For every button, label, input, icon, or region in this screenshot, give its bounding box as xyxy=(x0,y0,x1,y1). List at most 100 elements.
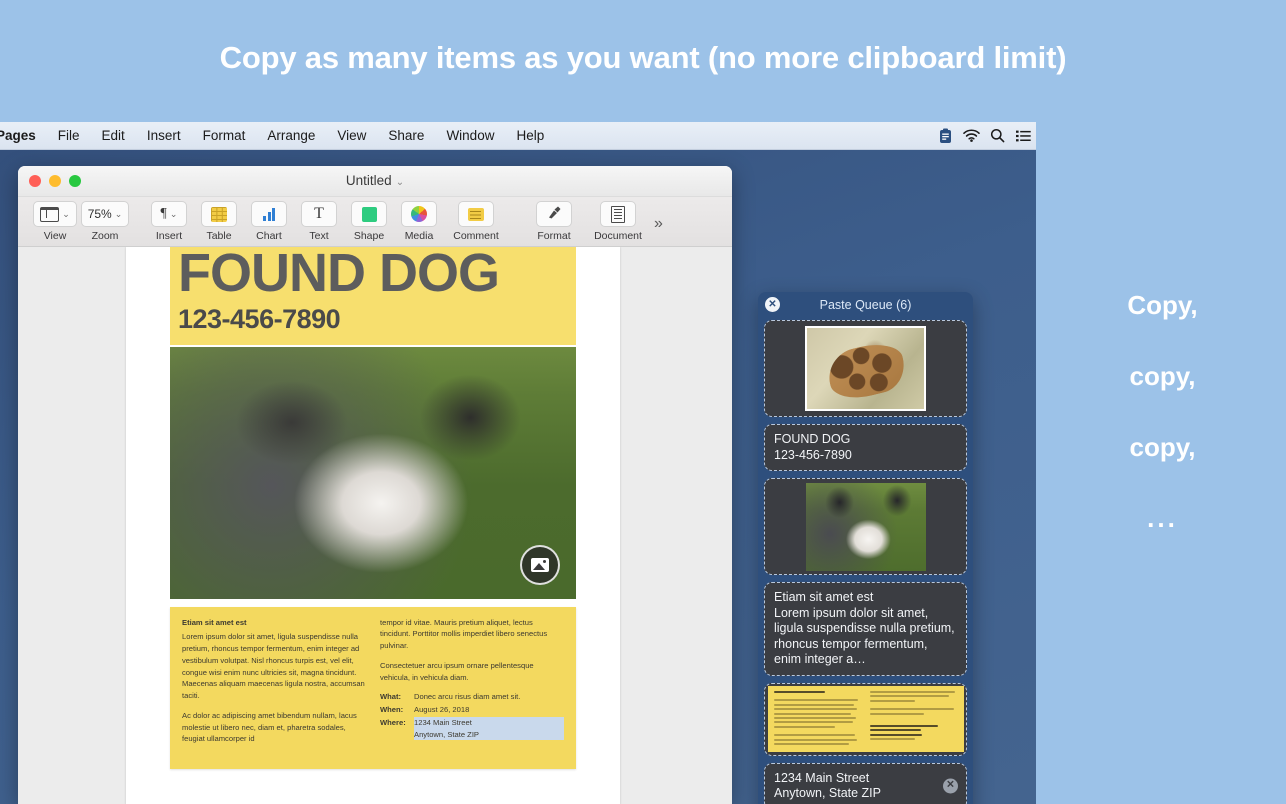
toolbar-chart-label: Chart xyxy=(256,230,282,242)
pages-window: Untitled⌄ ⌄ View 75%⌄ Zoom ¶⌄ Insert xyxy=(18,166,732,804)
mini-right-column xyxy=(870,691,958,747)
document-canvas[interactable]: FOUND DOG 123-456-7890 Etiam sit amet es… xyxy=(18,247,732,804)
side-copy-line-1: Copy, xyxy=(1060,290,1265,321)
image-placeholder-icon[interactable] xyxy=(520,545,560,585)
flyer-left-paragraph-1: Lorem ipsum dolor sit amet, ligula suspe… xyxy=(182,631,366,702)
flyer-banner[interactable]: FOUND DOG 123-456-7890 xyxy=(170,247,576,345)
menu-item-format[interactable]: Format xyxy=(192,122,257,150)
media-icon xyxy=(411,206,427,222)
close-icon[interactable]: ✕ xyxy=(765,297,780,312)
side-copy-line-3: copy, xyxy=(1060,432,1265,463)
search-icon[interactable] xyxy=(984,122,1010,150)
menu-item-insert[interactable]: Insert xyxy=(136,122,192,150)
list-item[interactable] xyxy=(764,478,967,575)
toolbar-text[interactable]: T Text xyxy=(294,201,344,242)
menu-item-share[interactable]: Share xyxy=(377,122,435,150)
toolbar-table[interactable]: Table xyxy=(194,201,244,242)
toolbar-zoom[interactable]: 75%⌄ Zoom xyxy=(80,201,130,242)
comment-icon xyxy=(468,208,484,221)
toolbar-format[interactable]: Format xyxy=(522,201,586,242)
flyer-textbox[interactable]: Etiam sit amet est Lorem ipsum dolor sit… xyxy=(170,607,576,770)
menu-item-file[interactable]: File xyxy=(47,122,91,150)
chart-icon xyxy=(263,207,275,221)
flyer-dog-photo[interactable] xyxy=(170,347,576,599)
toolbar-format-label: Format xyxy=(537,230,570,242)
giraffe-thumbnail xyxy=(805,326,926,411)
format-brush-icon xyxy=(546,204,562,225)
page-title: Copy as many items as you want (no more … xyxy=(0,40,1286,76)
menu-item-help[interactable]: Help xyxy=(505,122,555,150)
flyer-snippet-thumbnail xyxy=(768,686,964,752)
chevron-down-icon: ⌄ xyxy=(170,209,178,220)
flyer-field-what-key: What: xyxy=(380,691,414,703)
flyer-field-where-key: Where: xyxy=(380,717,414,741)
toolbar-document[interactable]: Document xyxy=(586,201,650,242)
list-item[interactable] xyxy=(764,683,967,756)
flyer-left-column: Etiam sit amet est Lorem ipsum dolor sit… xyxy=(182,617,366,754)
toolbar-shape[interactable]: Shape xyxy=(344,201,394,242)
menu-item-arrange[interactable]: Arrange xyxy=(256,122,326,150)
toolbar-view[interactable]: ⌄ View xyxy=(30,201,80,242)
toolbar-insert[interactable]: ¶⌄ Insert xyxy=(144,201,194,242)
wifi-icon[interactable] xyxy=(958,122,984,150)
selected-text-line-1: 1234 Main Street xyxy=(414,717,564,729)
flyer-title: FOUND DOG xyxy=(178,247,568,298)
delete-item-icon[interactable]: ✕ xyxy=(943,779,958,794)
toolbar-view-label: View xyxy=(44,230,67,242)
selected-text-line-2: Anytown, State ZIP xyxy=(414,729,564,741)
toolbar-zoom-label: Zoom xyxy=(92,230,119,242)
paste-queue-panel: ✕ Paste Queue (6) FOUND DOG 123-456-7890… xyxy=(758,292,973,804)
flyer-field-what: What: Donec arcu risus diam amet sit. xyxy=(380,691,564,703)
flyer-right-paragraph-1: tempor id vitae. Mauris pretium aliquet,… xyxy=(380,617,564,652)
toolbar-comment[interactable]: Comment xyxy=(444,201,508,242)
flyer-field-when: When: August 26, 2018 xyxy=(380,704,564,716)
toolbar-overflow-button[interactable]: » xyxy=(654,215,663,233)
clipboard-icon[interactable] xyxy=(932,122,958,150)
chevron-down-icon: ⌄ xyxy=(115,209,123,220)
list-item-text: 1234 Main Street Anytown, State ZIP xyxy=(774,771,881,801)
paste-queue-list[interactable]: FOUND DOG 123-456-7890 Etiam sit amet es… xyxy=(764,320,967,804)
flyer-left-paragraph-2: Ac dolor ac adipiscing amet bibendum nul… xyxy=(182,710,366,745)
list-item[interactable] xyxy=(764,320,967,417)
list-item[interactable]: FOUND DOG 123-456-7890 xyxy=(764,424,967,471)
window-title: Untitled ⌄ xyxy=(18,166,732,198)
window-titlebar[interactable]: Untitled ⌄ xyxy=(18,166,732,197)
zoom-value: 75% xyxy=(88,207,112,221)
toolbar-chart[interactable]: Chart xyxy=(244,201,294,242)
flyer-right-paragraph-2: Consectetuer arcu ipsum ornare pellentes… xyxy=(380,660,564,684)
view-layout-icon xyxy=(40,207,59,222)
image-glyph xyxy=(531,558,549,572)
chevron-down-icon[interactable]: ⌄ xyxy=(396,177,404,188)
flyer-field-where-value[interactable]: 1234 Main StreetAnytown, State ZIP xyxy=(414,717,564,741)
toolbar-text-label: Text xyxy=(309,230,328,242)
side-copy-line-4: ... xyxy=(1060,503,1265,534)
toolbar-comment-label: Comment xyxy=(453,230,499,242)
menu-item-view[interactable]: View xyxy=(326,122,377,150)
chevron-down-icon: ⌄ xyxy=(62,209,70,220)
control-center-icon[interactable] xyxy=(1010,122,1036,150)
document-icon xyxy=(611,206,625,223)
text-icon: T xyxy=(314,206,324,222)
toolbar-document-label: Document xyxy=(594,230,642,242)
window-title-text: Untitled xyxy=(346,173,392,188)
flyer-field-when-value: August 26, 2018 xyxy=(414,704,564,716)
list-item[interactable]: 1234 Main Street Anytown, State ZIP ✕ xyxy=(764,763,967,804)
toolbar-shape-label: Shape xyxy=(354,230,384,242)
mac-menu-bar: Pages File Edit Insert Format Arrange Vi… xyxy=(0,122,1036,150)
flyer-field-what-value: Donec arcu risus diam amet sit. xyxy=(414,691,564,703)
toolbar-table-label: Table xyxy=(206,230,231,242)
toolbar-insert-label: Insert xyxy=(156,230,182,242)
menu-item-pages[interactable]: Pages xyxy=(0,122,47,150)
side-copy-line-2: copy, xyxy=(1060,361,1265,392)
menu-item-window[interactable]: Window xyxy=(435,122,505,150)
pilcrow-icon: ¶ xyxy=(161,206,167,222)
pages-toolbar: ⌄ View 75%⌄ Zoom ¶⌄ Insert Table xyxy=(18,197,732,247)
page-root: Copy as many items as you want (no more … xyxy=(0,0,1286,804)
flyer-field-where[interactable]: Where: 1234 Main StreetAnytown, State ZI… xyxy=(380,717,564,741)
menu-item-edit[interactable]: Edit xyxy=(91,122,136,150)
flyer-phone: 123-456-7890 xyxy=(178,304,568,335)
list-item[interactable]: Etiam sit amet est Lorem ipsum dolor sit… xyxy=(764,582,967,676)
table-icon xyxy=(211,207,227,222)
document-page[interactable]: FOUND DOG 123-456-7890 Etiam sit amet es… xyxy=(126,247,620,804)
toolbar-media[interactable]: Media xyxy=(394,201,444,242)
